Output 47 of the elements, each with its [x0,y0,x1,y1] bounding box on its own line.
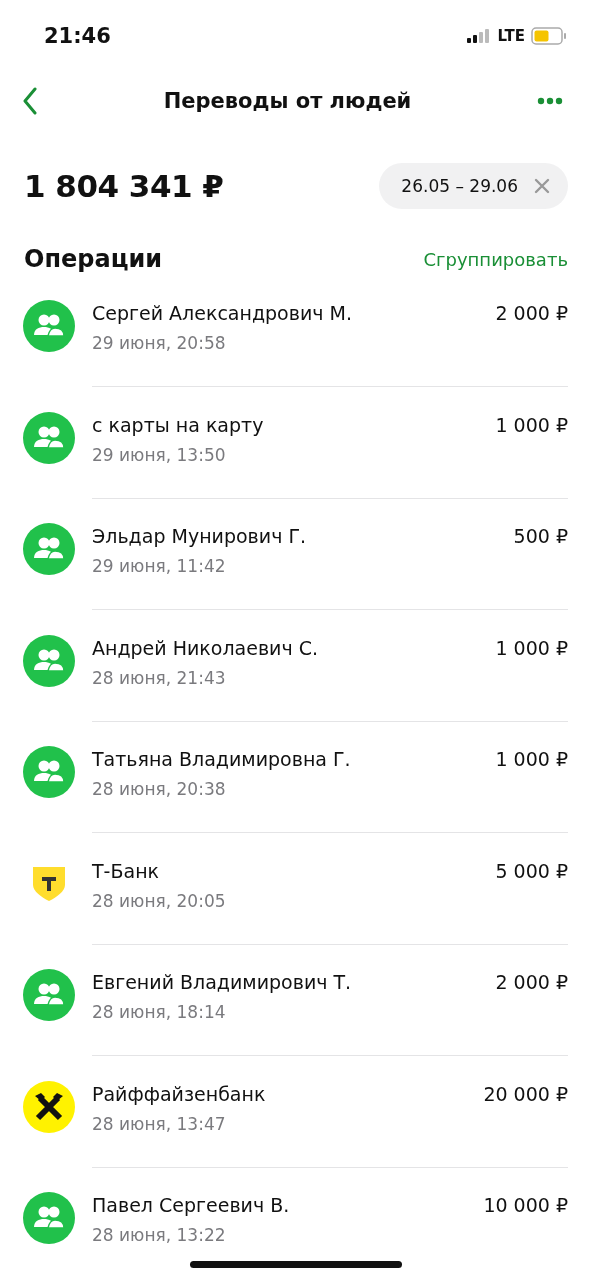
people-icon [23,411,75,464]
operation-amount: 20 000 ₽ [483,1082,568,1105]
status-time: 21:46 [44,24,111,48]
period-label: 26.05 – 29.06 [401,176,518,196]
operation-amount: 1 000 ₽ [495,413,568,436]
operation-amount: 2 000 ₽ [495,971,568,993]
sender-name: Татьяна Владимировна Г. [92,748,351,770]
battery-icon [531,27,567,45]
operation-amount: 2 000 ₽ [495,302,568,324]
sender-name: Андрей Николаевич С. [92,636,319,659]
operation-amount: 10 000 ₽ [483,1194,568,1216]
sender-name: Райффайзенбанк [92,1082,266,1105]
people-icon [23,969,75,1021]
people-icon [23,1192,75,1244]
operation-amount: 1 000 ₽ [495,748,568,770]
operation-date: 28 июня, 21:43 [92,667,227,688]
sender-name: Сергей Александрович М. [92,302,352,324]
operation-date: 28 июня, 18:14 [92,1002,227,1022]
period-filter[interactable]: 26.05 – 29.06 [379,163,568,209]
group-link[interactable]: Сгруппировать [423,248,568,270]
operation-date: 28 июня, 20:05 [92,890,226,911]
people-icon [23,634,75,687]
people-icon [23,300,75,352]
people-icon [23,746,75,798]
operation-amount: 5 000 ₽ [495,859,568,882]
operation-amount: 1 000 ₽ [495,636,568,659]
operation-amount: 500 ₽ [513,525,568,547]
section-title: Операции [24,245,163,273]
operation-date: 29 июня, 11:42 [92,556,227,576]
operation-date: 28 июня, 13:47 [92,1113,227,1134]
sender-name: Т-Банк [92,859,161,882]
total-amount: 1 804 341 ₽ [24,168,224,204]
signal-icon [467,29,492,43]
crossed-tools-icon [23,1080,75,1133]
operation-date: 28 июня, 13:22 [92,1225,227,1245]
people-icon [23,523,75,575]
network-label: LTE [497,27,525,45]
shield-icon [32,865,66,902]
close-icon[interactable] [534,178,550,194]
operation-date: 28 июня, 20:38 [92,779,227,799]
sender-name: с карты на карту [92,413,264,436]
sender-name: Евгений Владимирович Т. [92,971,352,993]
operation-date: 29 июня, 20:58 [92,333,227,353]
operation-date: 29 июня, 13:50 [92,444,227,465]
page-title: Переводы от людей [163,89,412,113]
sender-name: Павел Сергеевич В. [92,1194,290,1216]
sender-name: Эльдар Мунирович Г. [92,525,307,547]
